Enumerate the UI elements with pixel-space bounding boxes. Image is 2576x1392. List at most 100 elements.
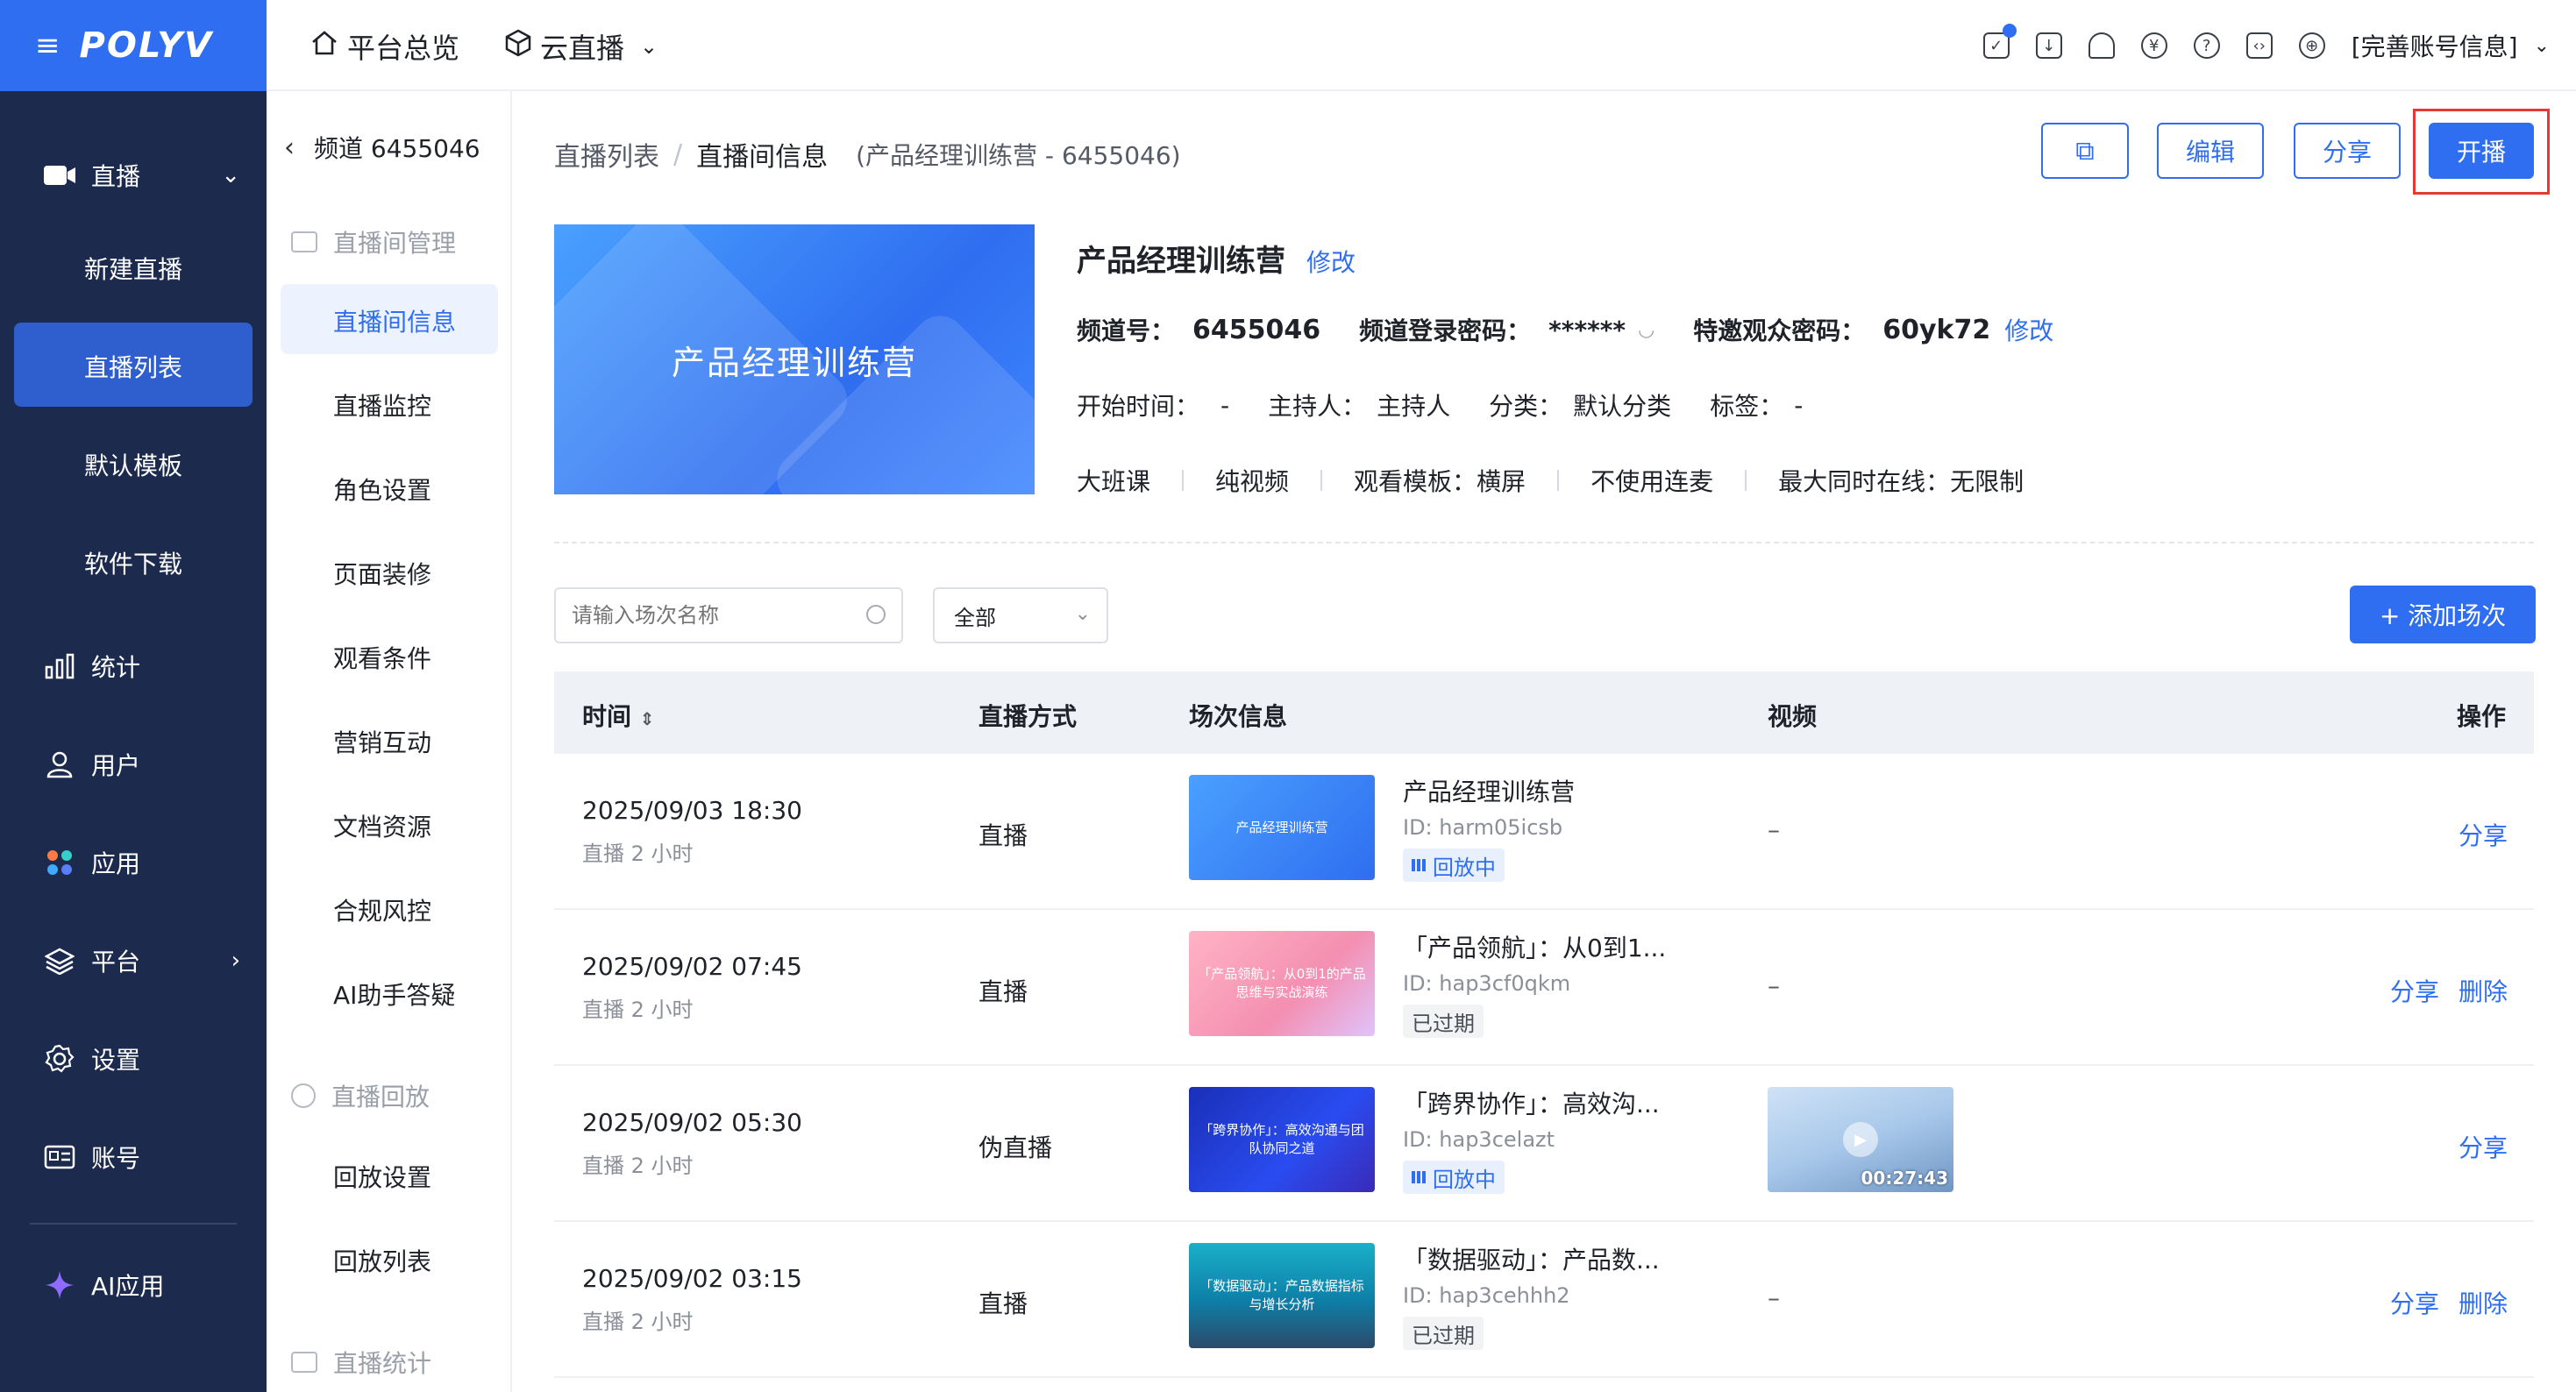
task-check-icon[interactable]: ✓	[1982, 24, 2017, 59]
share-link[interactable]: 分享	[2390, 1285, 2439, 1320]
bar-chart-icon	[40, 653, 79, 679]
delete-link[interactable]: 删除	[2459, 973, 2508, 1008]
feature-mic: 不使用连麦	[1590, 467, 1714, 496]
submenu-item-ai-assistant[interactable]: AI助手答疑	[333, 977, 455, 1012]
sidebar-item-live[interactable]: 直播 ⌄	[0, 154, 267, 196]
table-row: 2025/09/03 18:30 直播 2 小时 直播 产品经理训练营 产品经理…	[554, 754, 2534, 910]
sidebar-item-new-live[interactable]: 新建直播	[0, 251, 267, 286]
submenu-item-compliance[interactable]: 合规风控	[333, 892, 431, 927]
login-password: ******	[1548, 315, 1626, 344]
badge-label: 回放中	[1433, 1167, 1496, 1192]
submenu-item-viewing-conditions[interactable]: 观看条件	[333, 640, 431, 675]
session-thumbnail[interactable]: 产品经理训练营	[1189, 775, 1375, 880]
video-empty: –	[1768, 1283, 1780, 1312]
session-time: 2025/09/02 07:45	[582, 952, 802, 981]
edit-invite-password-link[interactable]: 修改	[2004, 312, 2053, 347]
play-icon[interactable]: ▶	[1843, 1122, 1878, 1157]
eye-closed-icon[interactable]: ◡	[1638, 319, 1654, 341]
session-mode: 直播	[978, 977, 1028, 1006]
breadcrumb: 直播列表 / 直播间信息 (产品经理训练营 - 6455046)	[554, 135, 1181, 174]
highlight-box	[2413, 109, 2550, 195]
row-actions: 分享	[2459, 1129, 2508, 1164]
submenu-item-marketing[interactable]: 营销互动	[333, 724, 431, 759]
help-icon[interactable]: ?	[2193, 32, 2220, 59]
session-thumbnail[interactable]: 「跨界协作」：高效沟通与团队协同之道	[1189, 1087, 1375, 1192]
video-empty: –	[1768, 815, 1780, 844]
channel-title-row: 产品经理训练营 修改	[1077, 237, 1356, 280]
sort-icon[interactable]: ⇕	[640, 708, 655, 729]
submenu-item-roles[interactable]: 角色设置	[333, 472, 431, 507]
account-menu[interactable]: [完善账号信息] ⌄	[2352, 28, 2550, 63]
feature-video-type: 纯视频	[1215, 467, 1290, 496]
sidebar-item-platform[interactable]: 平台 ›	[0, 940, 267, 982]
share-link[interactable]: 分享	[2459, 817, 2508, 852]
platform-overview-link[interactable]: 平台总览	[310, 26, 459, 67]
sidebar-item-ai-apps[interactable]: AI应用	[0, 1264, 267, 1306]
group-replay: 直播回放	[291, 1078, 430, 1113]
sidebar-item-stats[interactable]: 统计	[0, 645, 267, 687]
top-icon-bar: ✓ ↓ ¥ ? ‹› ⊕ [完善账号信息] ⌄	[1982, 0, 2576, 91]
tag-label: 标签：	[1710, 392, 1784, 421]
sidebar-item-label: 应用	[91, 849, 141, 878]
cloud-live-menu[interactable]: 云直播 ⌄	[505, 26, 658, 67]
sidebar-item-label: 直播	[91, 162, 141, 191]
monitor-icon	[291, 231, 317, 252]
status-badge: 已过期	[1403, 1005, 1484, 1038]
session-thumbnail[interactable]: 「数据驱动」：产品数据指标与增长分析	[1189, 1243, 1375, 1348]
logo[interactable]: POLYV	[80, 25, 214, 66]
submenu-item-replay-settings[interactable]: 回放设置	[333, 1159, 431, 1194]
submenu-item-page-decoration[interactable]: 页面装修	[333, 556, 431, 591]
edit-button[interactable]: 编辑	[2157, 123, 2264, 179]
channel-features-row: 大班课 纯视频 观看模板： 横屏 不使用连麦 最大同时在线： 无限制	[1077, 463, 2024, 498]
status-select[interactable]: 全部 ⌄	[933, 587, 1108, 643]
session-id: ID: hap3cf0qkm	[1403, 971, 1571, 996]
session-time: 2025/09/03 18:30	[582, 796, 802, 825]
add-session-button[interactable]: + 添加场次	[2350, 586, 2536, 643]
session-table: 时间 ⇕ 直播方式 场次信息 视频 操作 2025/09/03 18:30 直播…	[554, 671, 2534, 1378]
code-window-icon[interactable]: ‹›	[2245, 32, 2273, 59]
submenu-item-room-info[interactable]: 直播间信息	[333, 303, 456, 338]
session-name: 「产品领航」：从0到1...	[1403, 934, 1667, 962]
channel-back-link[interactable]: ‹ 频道 6455046	[284, 130, 480, 165]
session-thumbnail[interactable]: 「产品领航」：从0到1的产品思维与实战演练	[1189, 931, 1375, 1036]
session-name: 「数据驱动」：产品数...	[1403, 1246, 1660, 1275]
header-ops: 操作	[2456, 702, 2506, 731]
sidebar-item-users[interactable]: 用户	[0, 743, 267, 785]
sidebar-item-live-list[interactable]: 直播列表	[0, 349, 267, 384]
sidebar-divider	[30, 1223, 237, 1225]
session-id: ID: hap3celazt	[1403, 1127, 1555, 1152]
globe-icon[interactable]: ⊕	[2298, 32, 2325, 59]
breadcrumb-current: 直播间信息	[696, 142, 829, 173]
table-row: 2025/09/02 05:30 直播 2 小时 伪直播 「跨界协作」：高效沟通…	[554, 1066, 2534, 1222]
search-input[interactable]	[572, 603, 852, 628]
thumbnail-text: 「数据驱动」：产品数据指标与增长分析	[1199, 1278, 1364, 1312]
sidebar-item-settings[interactable]: 设置	[0, 1038, 267, 1080]
row-actions: 分享 删除	[2390, 1285, 2508, 1320]
section-divider	[554, 542, 2534, 543]
channel-credentials-row: 频道号： 6455046 频道登录密码： ****** ◡ 特邀观众密码： 60…	[1077, 312, 2053, 347]
menu-icon[interactable]: ≡	[35, 28, 60, 63]
delete-link[interactable]: 删除	[2459, 1285, 2508, 1320]
video-thumbnail[interactable]: ▶ 00:27:43	[1768, 1087, 1953, 1192]
share-link[interactable]: 分享	[2390, 973, 2439, 1008]
sidebar-item-label: 账号	[91, 1144, 141, 1173]
search-icon[interactable]	[866, 605, 886, 624]
sidebar-item-account[interactable]: 账号	[0, 1136, 267, 1178]
yuan-icon[interactable]: ¥	[2140, 32, 2167, 59]
copy-button[interactable]: ⧉	[2041, 123, 2129, 179]
account-label: [完善账号信息]	[2351, 32, 2518, 61]
share-link[interactable]: 分享	[2459, 1129, 2508, 1164]
sidebar-item-default-template[interactable]: 默认模板	[0, 447, 267, 482]
edit-name-link[interactable]: 修改	[1306, 244, 1356, 279]
header-time[interactable]: 时间 ⇕	[582, 698, 655, 733]
submenu-item-monitor[interactable]: 直播监控	[333, 387, 431, 423]
download-icon[interactable]: ↓	[2035, 32, 2062, 59]
submenu-item-documents[interactable]: 文档资源	[333, 808, 431, 843]
submenu-item-replay-list[interactable]: 回放列表	[333, 1243, 431, 1278]
sidebar-item-software-download[interactable]: 软件下载	[0, 545, 267, 580]
sidebar-item-apps[interactable]: 应用	[0, 842, 267, 884]
session-id: ID: harm05icsb	[1403, 815, 1563, 840]
share-button[interactable]: 分享	[2294, 123, 2401, 179]
breadcrumb-live-list[interactable]: 直播列表	[554, 135, 659, 174]
bell-icon[interactable]	[2088, 32, 2115, 59]
